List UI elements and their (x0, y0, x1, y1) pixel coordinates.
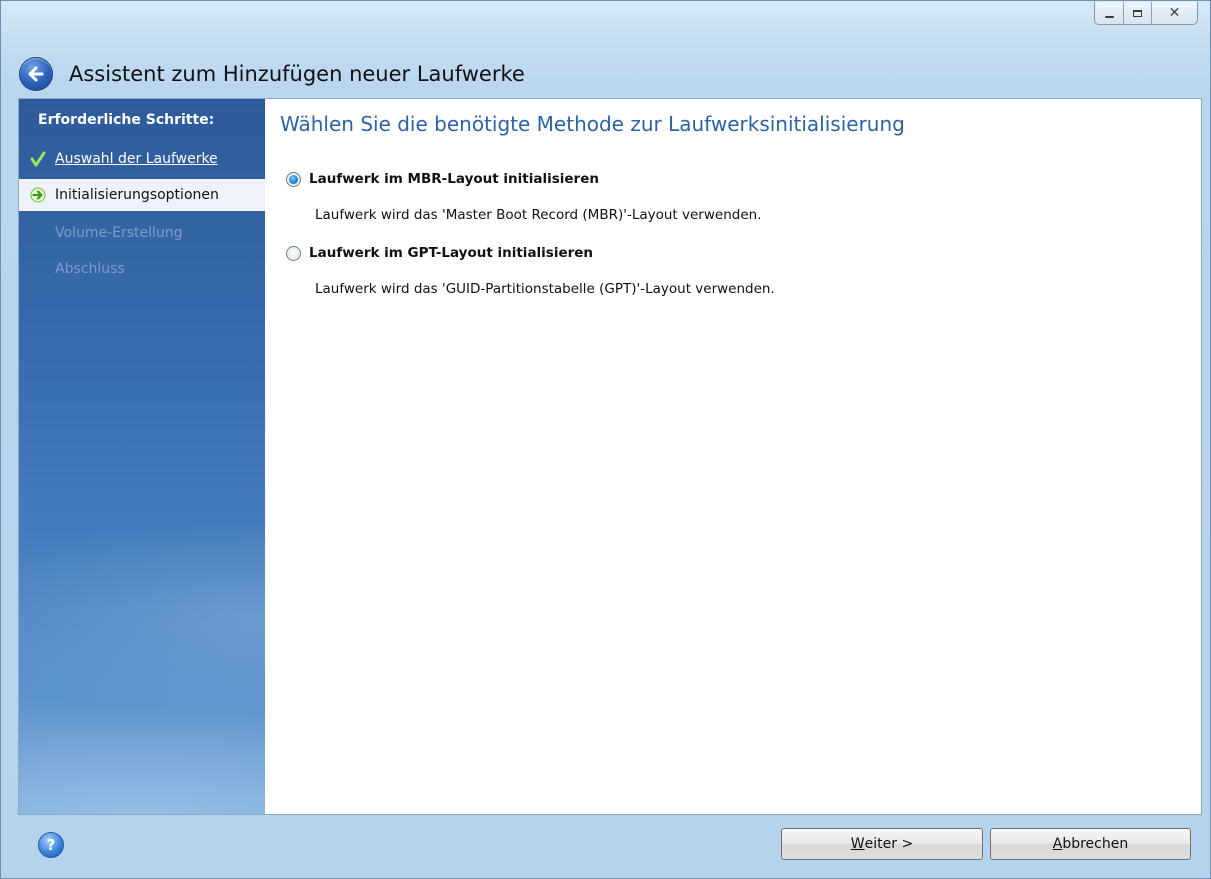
window-title: Assistent zum Hinzufügen neuer Laufwerke (69, 62, 525, 86)
minimize-button[interactable] (1095, 2, 1123, 24)
gpt-option-label[interactable]: Laufwerk im GPT-Layout initialisieren (309, 245, 593, 261)
step-label: Initialisierungsoptionen (55, 187, 219, 203)
caption-buttons: ✕ (1094, 2, 1198, 25)
step-label: Volume-Erstellung (55, 225, 183, 241)
main-panel: Wählen Sie die benötigte Methode zur Lau… (265, 99, 1201, 814)
cancel-button[interactable]: Abbrechen (990, 828, 1191, 860)
maximize-icon (1133, 9, 1142, 17)
close-button[interactable]: ✕ (1151, 2, 1197, 24)
page-heading: Wählen Sie die benötigte Methode zur Lau… (280, 112, 905, 136)
step-disk-selection[interactable]: Auswahl der Laufwerke (19, 143, 265, 175)
mbr-option-description: Laufwerk wird das 'Master Boot Record (M… (315, 207, 762, 223)
gpt-radio-option[interactable]: Laufwerk im GPT-Layout initialisieren (286, 245, 593, 261)
maximize-button[interactable] (1123, 2, 1151, 24)
help-icon: ? (46, 836, 56, 854)
mbr-radio-button[interactable] (286, 171, 301, 187)
gpt-option-description: Laufwerk wird das 'GUID-Partitionstabell… (315, 281, 775, 297)
wizard-frame: Erforderliche Schritte: Auswahl der Lauf… (18, 98, 1202, 815)
next-button[interactable]: Weiter > (781, 828, 983, 860)
checkmark-icon (28, 151, 48, 167)
back-button[interactable] (19, 57, 53, 91)
steps-sidebar: Erforderliche Schritte: Auswahl der Lauf… (19, 99, 265, 814)
minimize-icon (1104, 16, 1114, 18)
back-arrow-icon (28, 66, 44, 82)
sidebar-heading: Erforderliche Schritte: (38, 112, 215, 128)
close-icon: ✕ (1168, 5, 1181, 21)
arrow-right-icon (28, 187, 48, 203)
step-init-options[interactable]: Initialisierungsoptionen (19, 179, 265, 211)
step-label: Auswahl der Laufwerke (55, 151, 218, 167)
mbr-radio-option[interactable]: Laufwerk im MBR-Layout initialisieren (286, 171, 599, 187)
help-button[interactable]: ? (38, 832, 64, 858)
wizard-window: ✕ Assistent zum Hinzufügen neuer Laufwer… (0, 0, 1211, 879)
step-volume-creation: Volume-Erstellung (19, 217, 265, 249)
gpt-radio-button[interactable] (286, 245, 301, 261)
title-bar: Assistent zum Hinzufügen neuer Laufwerke (19, 56, 525, 92)
mbr-option-label[interactable]: Laufwerk im MBR-Layout initialisieren (309, 171, 599, 187)
step-finish: Abschluss (19, 253, 265, 285)
step-label: Abschluss (55, 261, 125, 277)
